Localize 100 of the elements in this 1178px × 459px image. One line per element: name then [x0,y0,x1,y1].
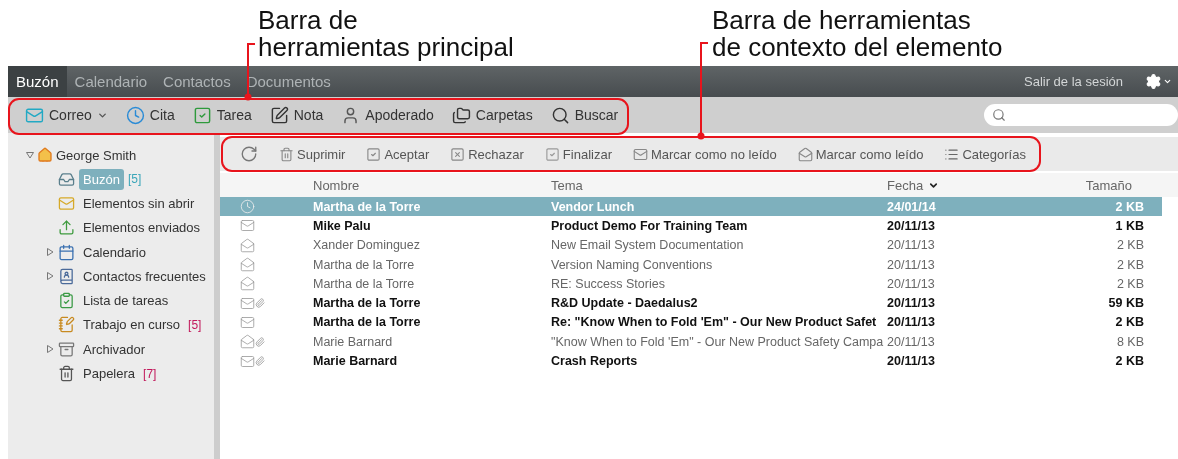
trash-icon [58,365,75,382]
expander-icon[interactable] [46,345,54,354]
context-button[interactable]: Marcar como leído [785,146,933,162]
toolbar-button[interactable]: Carpetas [442,105,542,125]
folder-item[interactable]: Elementos sin abrir [79,192,199,214]
date-cell-text: 20/11/13 [887,296,936,311]
expander-icon[interactable] [46,248,54,257]
column-header[interactable]: Tema [551,177,887,193]
search-icon [550,105,570,125]
subject-cell-text: Version Naming Conventions [551,257,714,272]
sender-cell-text: Martha de la Torre [313,296,422,311]
sender-cell-text: Xander Dominguez [313,238,421,253]
message-row[interactable]: Marie Barnard "Know When to Fold 'Em" - Our New Product Safety Campa 20/11/13 8 KB [220,332,1162,352]
folder-item[interactable]: Lista de tareas [79,290,173,312]
mail-icon [25,105,44,125]
unread-count: [7] [143,366,157,381]
folders-icon [451,105,471,125]
toolbar-button[interactable]: Apoderado [332,105,443,125]
logout-link[interactable]: Salir de la sesión [1024,66,1123,97]
envelope-icon [633,146,648,162]
size-cell-text: 2 KB [1115,238,1145,253]
unread-count: [5] [188,317,202,332]
message-row[interactable]: Martha de la Torre R&D Update - Daedalus2 20/11/13 59 KB [220,293,1162,313]
sender-cell-text: Marie Barnard [313,354,399,368]
envelope-icon [240,353,255,369]
house-icon [37,147,53,163]
size-cell-text: 59 KB [1107,296,1145,311]
folder-item[interactable]: Trabajo en curso [79,314,185,336]
message-row[interactable]: Mike Palu Product Demo For Training Team 20/11/13 1 KB [220,216,1162,236]
message-row[interactable]: Martha de la Torre RE: Success Stories 20/11/13 2 KB [220,274,1162,294]
date-cell-text: 20/11/13 [887,276,936,291]
open-envelope-icon [240,334,255,350]
size-cell-text: 2 KB [1114,354,1145,368]
size-cell-text: 2 KB [1114,199,1145,214]
folder-item[interactable]: Elementos enviados [79,217,205,239]
toolbar-button[interactable]: Correo [16,105,117,125]
context-button[interactable]: Marcar como no leído [621,146,786,162]
folder-item[interactable]: Papelera [79,363,140,384]
open-envelope-icon [240,257,255,273]
trash-icon [279,146,294,162]
checkbox-icon [192,105,212,125]
date-cell-text: 24/01/14 [887,199,937,214]
sender-cell-text: Mike Palu [313,218,372,233]
context-button[interactable]: Rechazar [438,146,533,162]
toolbar-button[interactable]: Tarea [183,105,261,125]
folder-item[interactable]: Contactos frecuentes [79,265,210,287]
column-header[interactable]: Tamaño [1000,177,1152,193]
notepad-icon [58,316,75,334]
toolbar-button[interactable]: Buscar [541,105,628,125]
sender-cell-text: Martha de la Torre [313,199,422,214]
nav-tab[interactable]: Buzón [8,66,67,97]
pencil-icon [269,105,289,125]
subject-cell-text: Re: "Know When to Fold 'Em" - Our New Product Safet [551,315,878,330]
envelope-icon [58,194,75,212]
date-cell-text: 20/11/13 [887,218,936,233]
envelope-icon [240,218,255,234]
message-row[interactable]: Marie Barnard Crash Reports 20/11/13 2 KB [220,351,1162,371]
expander-icon[interactable] [46,272,54,281]
nav-tab[interactable]: Contactos [155,66,239,97]
subject-cell-text: "Know When to Fold 'Em" - Our New Product Safety Campa [551,334,885,349]
size-cell-text: 2 KB [1115,276,1145,291]
date-cell-text: 20/11/13 [887,257,936,272]
envelope-icon [240,314,255,330]
date-cell-text: 20/11/13 [887,238,936,253]
caret-icon [1163,77,1172,86]
refresh-icon [240,145,258,163]
nav-tab[interactable]: Calendario [66,66,156,97]
size-cell-text: 1 KB [1114,218,1145,233]
folder-item[interactable]: Archivador [79,338,150,360]
search-field[interactable] [984,104,1178,126]
column-header[interactable]: Nombre [313,177,551,193]
context-button[interactable]: Finalizar [532,146,621,162]
sender-cell-text: Martha de la Torre [313,257,416,272]
gear-icon [1145,73,1162,90]
nav-tab[interactable]: Documentos [238,66,339,97]
cabinet-icon [58,340,75,358]
checkbox-icon [366,146,382,162]
x-box-icon [450,146,466,162]
expander-icon[interactable] [26,151,34,159]
open-envelope-icon [797,146,813,162]
context-button[interactable]: Aceptar [354,146,439,162]
outbox-icon [58,219,75,237]
account-name[interactable]: George Smith [56,147,137,163]
message-row[interactable]: Martha de la Torre Re: "Know When to Fold 'Em" - Our New Product Safet 20/11/13 2 KB [220,312,1162,333]
inbox-icon [58,170,75,188]
toolbar-button[interactable]: Nota [260,105,333,125]
envelope-icon [240,295,255,311]
column-header[interactable]: Fecha [887,177,1000,193]
open-envelope-icon [240,237,255,253]
message-row[interactable]: Xander Dominguez New Email System Documentation 20/11/13 2 KB [220,235,1162,255]
context-button[interactable]: Categorías [932,146,1035,162]
message-row[interactable]: Martha de la Torre Version Naming Conventions 20/11/13 2 KB [220,254,1162,275]
context-button[interactable]: Suprimir [267,146,355,162]
toolbar-button[interactable]: Cita [116,105,184,125]
subject-cell-text: R&D Update - Daedalus2 [551,296,699,311]
date-cell-text: 20/11/13 [887,315,936,330]
clock-icon [125,105,145,125]
subject-cell-text: New Email System Documentation [551,238,745,253]
folder-item[interactable]: Calendario [79,241,150,263]
date-cell-text: 20/11/13 [887,354,936,368]
